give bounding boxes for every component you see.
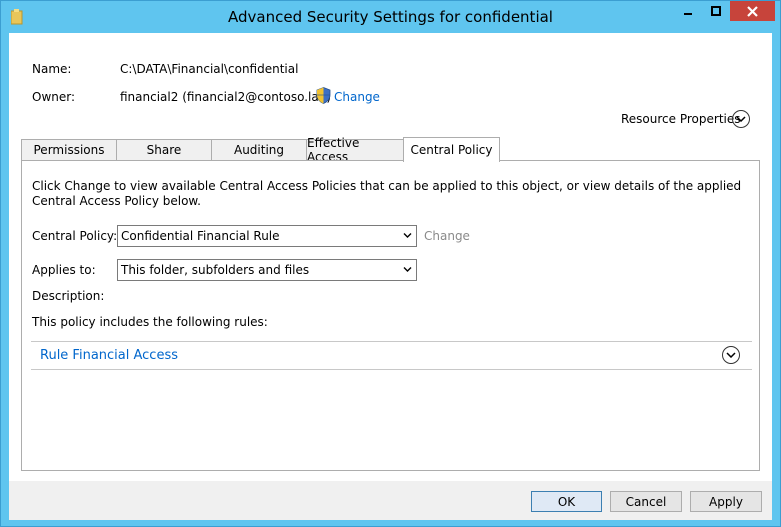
uac-shield-icon [316, 87, 331, 104]
chevron-down-icon [403, 233, 412, 238]
tab-permissions[interactable]: Permissions [21, 139, 117, 161]
tab-label: Permissions [33, 143, 105, 157]
chevron-down-icon [403, 267, 412, 272]
cancel-button-label: Cancel [625, 494, 667, 509]
tab-central-policy[interactable]: Central Policy [403, 137, 500, 162]
applies-to-select[interactable]: This folder, subfolders and files [117, 259, 417, 281]
name-value: C:\DATA\Financial\confidential [120, 62, 299, 76]
central-policy-instructions: Click Change to view available Central A… [32, 179, 742, 208]
description-label: Description: [32, 289, 105, 303]
tab-auditing[interactable]: Auditing [211, 139, 307, 161]
resource-properties-label[interactable]: Resource Properties [621, 112, 741, 126]
close-button[interactable] [730, 1, 775, 21]
minimize-icon [683, 13, 692, 15]
tab-share[interactable]: Share [116, 139, 212, 161]
close-icon [747, 5, 758, 17]
applies-to-label: Applies to: [32, 263, 96, 277]
advanced-security-window: Advanced Security Settings for confident… [0, 0, 781, 527]
rule-expand-button[interactable] [722, 346, 740, 364]
ok-button[interactable]: OK [531, 491, 602, 512]
apply-button-label: Apply [709, 494, 743, 509]
tab-label: Central Policy [410, 143, 493, 157]
chevron-down-icon [726, 352, 736, 358]
owner-change-link[interactable]: Change [334, 90, 380, 104]
dialog-client-area: Name: C:\DATA\Financial\confidential Own… [9, 33, 772, 520]
window-title: Advanced Security Settings for confident… [228, 8, 553, 26]
cancel-button[interactable]: Cancel [610, 491, 682, 512]
title-bar[interactable]: Advanced Security Settings for confident… [1, 1, 780, 33]
rule-name[interactable]: Rule Financial Access [40, 348, 178, 363]
ok-button-label: OK [557, 494, 576, 509]
maximize-button[interactable] [702, 1, 729, 21]
central-policy-value: Confidential Financial Rule [121, 229, 280, 243]
owner-value: financial2 (financial2@contoso.lan) [120, 90, 332, 104]
resource-properties-expand-button[interactable] [732, 110, 750, 128]
central-policy-label: Central Policy: [32, 229, 118, 243]
rule-row[interactable]: Rule Financial Access [31, 341, 752, 370]
name-label: Name: [32, 62, 72, 76]
tab-effective-access[interactable]: Effective Access [306, 136, 404, 164]
owner-label: Owner: [32, 90, 76, 104]
tab-label: Share [146, 143, 182, 157]
central-policy-change-link[interactable]: Change [424, 229, 470, 243]
chevron-down-icon [736, 116, 746, 122]
central-policy-select[interactable]: Confidential Financial Rule [117, 225, 417, 247]
folder-icon [11, 9, 23, 25]
tab-label: Auditing [233, 143, 285, 157]
maximize-icon [710, 6, 721, 16]
minimize-button[interactable] [674, 1, 701, 21]
rules-intro-text: This policy includes the following rules… [32, 315, 268, 329]
central-policy-panel: Click Change to view available Central A… [21, 160, 760, 471]
applies-to-value: This folder, subfolders and files [121, 263, 310, 277]
apply-button[interactable]: Apply [690, 491, 762, 512]
